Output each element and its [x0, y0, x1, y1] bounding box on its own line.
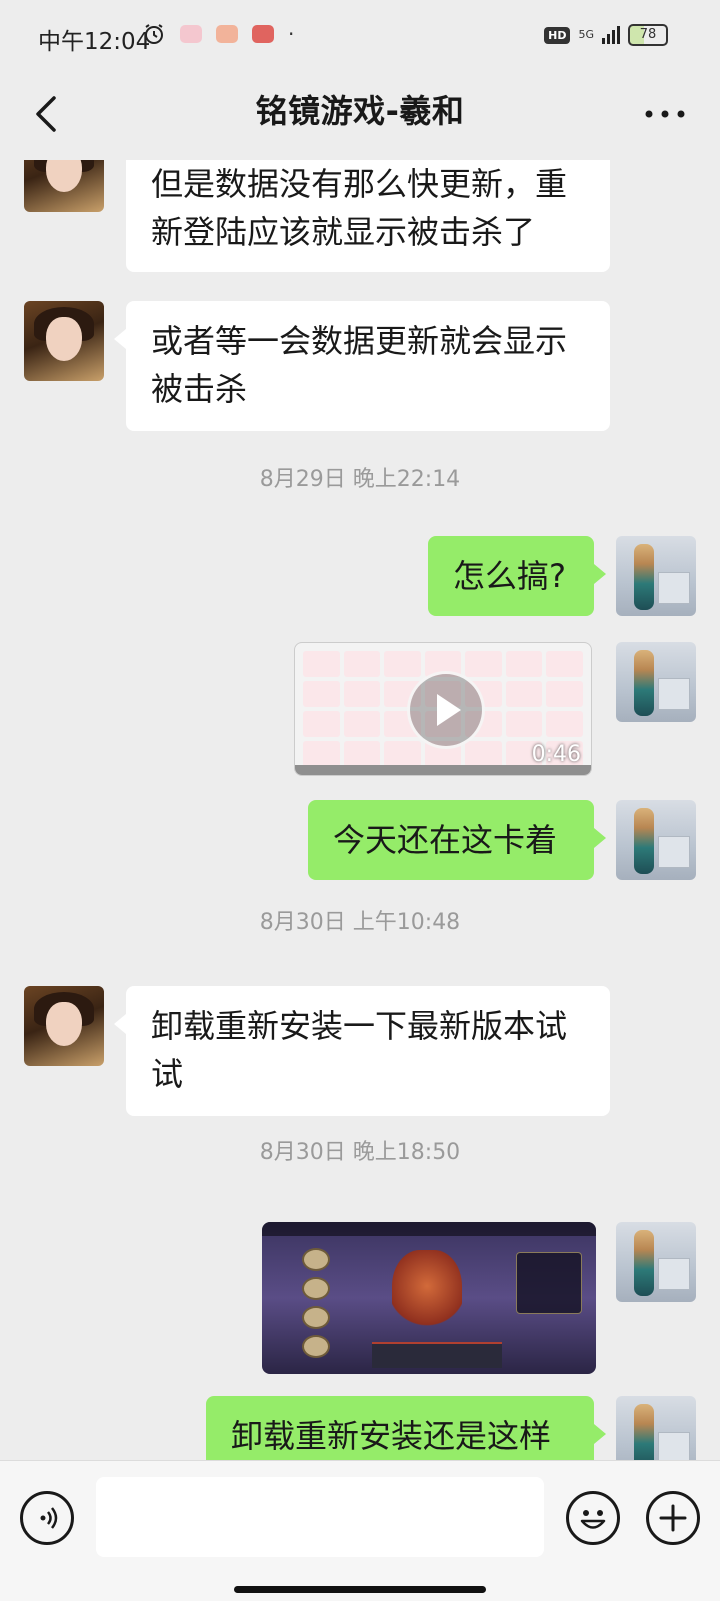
message-bubble-received[interactable]: 卸载重新安装一下最新版本试试 [114, 986, 610, 1116]
emoji-icon[interactable] [566, 1491, 620, 1545]
image-message[interactable] [262, 1222, 596, 1374]
notification-app-icon-3 [252, 25, 274, 43]
game-character-image [392, 1250, 462, 1340]
status-notification-icons: · [145, 22, 295, 46]
chat-title: 铭镜游戏-羲和 [255, 92, 465, 130]
message-bubble-sent[interactable]: 怎么搞? [428, 536, 606, 616]
video-message[interactable]: 0:46 [294, 642, 592, 776]
message-bubble-received[interactable]: 但是数据没有那么快更新，重新登陆应该就显示被击杀了 [126, 160, 610, 272]
battery-icon: 78 [628, 24, 668, 46]
self-avatar[interactable] [616, 800, 696, 880]
self-avatar[interactable] [616, 536, 696, 616]
message-bubble-sent[interactable]: 今天还在这卡着 [308, 800, 606, 880]
notification-more-dot-icon: · [288, 22, 295, 46]
plus-icon[interactable] [646, 1491, 700, 1545]
message-input[interactable] [96, 1477, 544, 1557]
message-timestamp: 8月30日 晚上18:50 [259, 1140, 461, 1165]
self-avatar[interactable] [616, 642, 696, 722]
video-duration: 0:46 [531, 742, 581, 767]
message-timestamp: 8月30日 上午10:48 [259, 910, 461, 935]
message-bubble-sent[interactable]: 卸载重新安装还是这样 [206, 1396, 606, 1460]
self-avatar[interactable] [616, 1222, 696, 1302]
notification-app-icon-2 [216, 25, 238, 43]
hd-badge: HD [544, 26, 571, 44]
play-icon[interactable] [407, 671, 485, 749]
network-label: 5G [578, 28, 594, 41]
status-bar: 中午12:04 · HD 5G 78 [0, 0, 720, 76]
contact-avatar[interactable] [24, 301, 104, 381]
contact-avatar[interactable] [24, 160, 104, 212]
self-avatar[interactable] [616, 1396, 696, 1460]
signal-icon [602, 26, 620, 44]
chat-header: 铭镜游戏-羲和 [0, 76, 720, 160]
message-timestamp: 8月29日 晚上22:14 [259, 467, 461, 492]
message-bubble-received[interactable]: 或者等一会数据更新就会显示被击杀 [114, 301, 610, 431]
status-time: 中午12:04 [38, 29, 151, 55]
contact-avatar[interactable] [24, 986, 104, 1066]
more-options-icon[interactable] [640, 92, 690, 136]
input-bar [0, 1460, 720, 1601]
alarm-icon [145, 24, 163, 44]
status-right: HD 5G 78 [544, 24, 668, 46]
home-indicator[interactable] [234, 1586, 486, 1593]
video-bottom-bar [295, 765, 591, 775]
voice-icon[interactable] [20, 1491, 74, 1545]
message-list[interactable]: 但是数据没有那么快更新，重新登陆应该就显示被击杀了 或者等一会数据更新就会显示被… [0, 160, 720, 1460]
notification-app-icon-1 [180, 25, 202, 43]
